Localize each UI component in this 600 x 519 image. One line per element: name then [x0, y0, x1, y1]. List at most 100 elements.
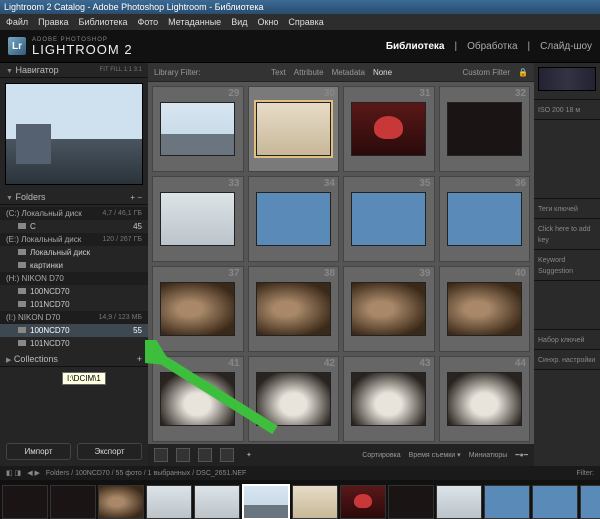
thumbnail-image[interactable]	[447, 372, 522, 426]
folders-header[interactable]: ▼ Folders + −	[0, 190, 148, 205]
thumbnail-image[interactable]	[351, 102, 426, 156]
navigator-preview[interactable]	[5, 83, 143, 185]
grid-cell[interactable]: 38	[248, 266, 340, 352]
filter-lock-icon[interactable]: 🔒	[518, 68, 528, 77]
filmstrip-thumb[interactable]	[50, 485, 96, 519]
folder-i-101[interactable]: 101NCD70	[0, 337, 148, 350]
grid-cell[interactable]: 44	[439, 356, 531, 442]
thumbnail-grid[interactable]: 29 30 31 32 33343536 37383940 41424344	[148, 82, 534, 444]
menu-edit[interactable]: Правка	[38, 17, 68, 27]
cell-index: 29	[228, 88, 239, 99]
grid-cell[interactable]: 39	[343, 266, 435, 352]
folder-localdisk[interactable]: Локальный диск	[0, 246, 148, 259]
add-keyword-hint[interactable]: Click here to add key	[538, 226, 591, 244]
grid-cell[interactable]: 43	[343, 356, 435, 442]
filter-text[interactable]: Text	[271, 68, 286, 77]
thumbnail-image[interactable]	[160, 282, 235, 336]
folder-h-101[interactable]: 101NCD70	[0, 298, 148, 311]
menu-metadata[interactable]: Метаданные	[168, 17, 221, 27]
volume-h[interactable]: (H:) NIKON D70	[0, 272, 148, 285]
thumbnail-image[interactable]	[256, 102, 331, 156]
filmstrip-thumb[interactable]	[580, 485, 600, 519]
folder-i-100-selected[interactable]: 100NCD7055	[0, 324, 148, 337]
filmstrip-thumb[interactable]	[532, 485, 578, 519]
filmstrip-thumb[interactable]	[484, 485, 530, 519]
module-slideshow[interactable]: Слайд-шоу	[540, 41, 592, 52]
grid-cell[interactable]: 41	[152, 356, 244, 442]
thumbnail-image[interactable]	[160, 372, 235, 426]
grid-view-icon[interactable]	[154, 448, 168, 462]
volume-e[interactable]: (E:) Локальный диск120 / 267 ГБ	[0, 233, 148, 246]
menu-view[interactable]: Вид	[231, 17, 247, 27]
filter-status[interactable]: Filter:	[577, 470, 595, 477]
import-button[interactable]: Импорт	[6, 443, 71, 460]
filmstrip-thumb[interactable]	[436, 485, 482, 519]
thumbnail-image[interactable]	[351, 282, 426, 336]
grid-cell[interactable]: 30	[248, 86, 340, 172]
navigator-header[interactable]: ▼ Навигатор FIT FILL 1:1 3:1	[0, 63, 148, 78]
grid-cell[interactable]: 29	[152, 86, 244, 172]
filmstrip-thumb[interactable]	[194, 485, 240, 519]
thumbnail-image[interactable]	[447, 102, 522, 156]
filmstrip-thumb[interactable]	[2, 485, 48, 519]
filter-preset[interactable]: Custom Filter	[462, 68, 510, 77]
grid-cell[interactable]: 33	[152, 176, 244, 262]
thumbnail-image[interactable]	[160, 102, 235, 156]
menu-window[interactable]: Окно	[257, 17, 278, 27]
grid-cell[interactable]: 40	[439, 266, 531, 352]
thumbnail-image[interactable]	[447, 192, 522, 246]
filmstrip-thumb[interactable]	[388, 485, 434, 519]
module-library[interactable]: Библиотека	[386, 41, 445, 52]
filmstrip-thumb[interactable]	[292, 485, 338, 519]
window-buttons[interactable]: ◧ ◨	[6, 469, 21, 477]
folder-c[interactable]: C45	[0, 220, 148, 233]
grid-cell[interactable]: 32	[439, 86, 531, 172]
filmstrip[interactable]	[0, 480, 600, 519]
folder-h-100[interactable]: 100NCD70	[0, 285, 148, 298]
thumbnail-image[interactable]	[256, 282, 331, 336]
grid-cell[interactable]: 42	[248, 356, 340, 442]
thumb-slider[interactable]: ━●━	[515, 451, 528, 459]
menu-help[interactable]: Справка	[288, 17, 323, 27]
filmstrip-thumb[interactable]	[242, 484, 290, 519]
filter-metadata[interactable]: Metadata	[332, 68, 365, 77]
grid-cell[interactable]: 35	[343, 176, 435, 262]
breadcrumb-path[interactable]: Folders / 100NCD70 / 55 фото / 1 выбранн…	[46, 470, 246, 477]
export-button[interactable]: Экспорт	[77, 443, 142, 460]
folder-pictures[interactable]: картинки	[0, 259, 148, 272]
collections-header[interactable]: ▶ Collections+	[0, 352, 148, 367]
volume-c[interactable]: (C:) Локальный диск4,7 / 46,1 ГБ	[0, 207, 148, 220]
menu-library[interactable]: Библиотека	[79, 17, 128, 27]
sort-dropdown[interactable]: Время съемки ▾	[409, 451, 461, 459]
keyword-suggestions-header[interactable]: Keyword Suggestion	[538, 257, 573, 275]
grid-cell[interactable]: 37	[152, 266, 244, 352]
filmstrip-thumb[interactable]	[340, 485, 386, 519]
loupe-view-icon[interactable]	[176, 448, 190, 462]
filmstrip-thumb[interactable]	[146, 485, 192, 519]
cell-index: 31	[419, 88, 430, 99]
grid-cell[interactable]: 31	[343, 86, 435, 172]
filmstrip-thumb[interactable]	[98, 485, 144, 519]
survey-view-icon[interactable]	[220, 448, 234, 462]
keyword-tags-header[interactable]: Теги ключей	[538, 206, 578, 213]
keyword-set-header[interactable]: Набор ключей	[538, 337, 584, 344]
thumbnail-image[interactable]	[351, 192, 426, 246]
window-titlebar: Lightroom 2 Catalog - Adobe Photoshop Li…	[0, 0, 600, 14]
module-develop[interactable]: Обработка	[467, 41, 517, 52]
navigator-zoom-opts[interactable]: FIT FILL 1:1 3:1	[100, 67, 142, 73]
thumbnail-image[interactable]	[256, 372, 331, 426]
thumbnail-image[interactable]	[160, 192, 235, 246]
filter-none[interactable]: None	[373, 68, 392, 77]
thumbnail-image[interactable]	[256, 192, 331, 246]
grid-cell[interactable]: 36	[439, 176, 531, 262]
menu-file[interactable]: Файл	[6, 17, 28, 27]
filter-attribute[interactable]: Attribute	[294, 68, 324, 77]
sync-settings-button[interactable]: Синхр. настройки	[538, 357, 595, 364]
thumbnail-image[interactable]	[351, 372, 426, 426]
thumbnail-image[interactable]	[447, 282, 522, 336]
painter-icon[interactable]: ✦	[246, 451, 252, 459]
menu-photo[interactable]: Фото	[137, 17, 158, 27]
compare-view-icon[interactable]	[198, 448, 212, 462]
volume-i[interactable]: (I:) NIKON D7014,9 / 123 МБ	[0, 311, 148, 324]
grid-cell[interactable]: 34	[248, 176, 340, 262]
